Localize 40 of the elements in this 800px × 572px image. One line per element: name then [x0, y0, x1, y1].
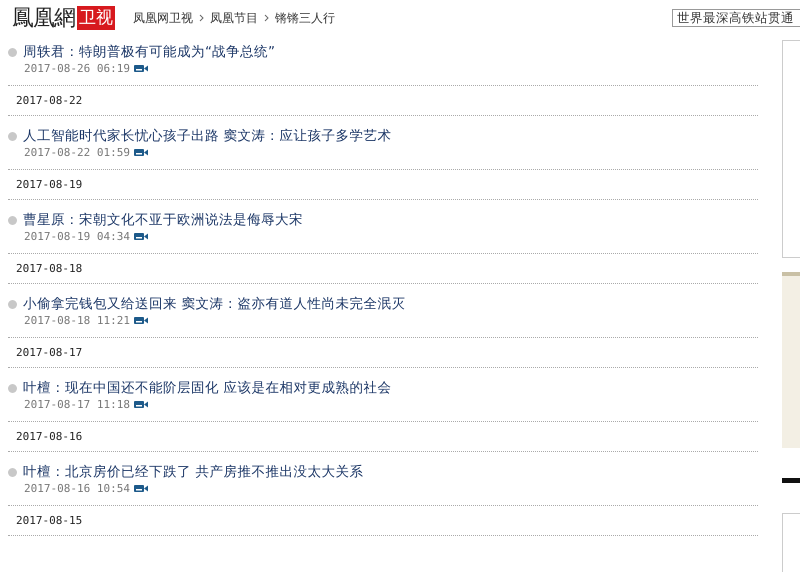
- bullet-icon: [8, 216, 17, 224]
- section-bar: [782, 478, 800, 483]
- site-logo[interactable]: 鳳凰網: [12, 3, 75, 33]
- bullet-icon: [8, 468, 17, 476]
- video-camera-icon: [134, 148, 148, 157]
- bullet-icon: [8, 132, 17, 140]
- bullet-icon: [8, 48, 17, 56]
- timestamp: 2017-08-19 04:34: [24, 230, 130, 243]
- video-camera-icon: [134, 484, 148, 493]
- article-link[interactable]: 小偷拿完钱包又给送回来 窦文涛：盗亦有道人性尚未完全泯灭: [23, 294, 406, 314]
- article-link[interactable]: 人工智能时代家长忧心孩子出路 窦文涛：应让孩子多学艺术: [23, 126, 392, 146]
- side-panel: [782, 513, 800, 572]
- date-header: 2017-08-16: [8, 422, 758, 452]
- date-header: 2017-08-22: [8, 86, 758, 116]
- article-link[interactable]: 周轶君：特朗普极有可能成为“战争总统”: [23, 42, 275, 62]
- date-header: 2017-08-19: [8, 170, 758, 200]
- timestamp: 2017-08-17 11:18: [24, 398, 130, 411]
- search-field[interactable]: 世界最深高铁站贯通: [672, 9, 800, 27]
- timestamp: 2017-08-22 01:59: [24, 146, 130, 159]
- date-header: 2017-08-17: [8, 338, 758, 368]
- breadcrumb-link[interactable]: 凤凰网卫视: [133, 10, 193, 26]
- chevron-icon: [199, 14, 204, 22]
- bullet-icon: [8, 300, 17, 308]
- video-camera-icon: [134, 316, 148, 325]
- logo-badge: 卫视: [77, 6, 115, 30]
- breadcrumb-link[interactable]: 锵锵三人行: [275, 10, 335, 26]
- article-link[interactable]: 叶檀：现在中国还不能阶层固化 应该是在相对更成熟的社会: [23, 378, 392, 398]
- bullet-icon: [8, 384, 17, 392]
- chevron-icon: [264, 14, 269, 22]
- breadcrumb-link[interactable]: 凤凰节目: [210, 10, 258, 26]
- video-camera-icon: [134, 64, 148, 73]
- timestamp: 2017-08-26 06:19: [24, 62, 130, 75]
- date-header: 2017-08-18: [8, 254, 758, 284]
- article-link[interactable]: 曹星原：宋朝文化不亚于欧洲说法是侮辱大宋: [23, 210, 303, 230]
- date-header: 2017-08-15: [8, 506, 758, 536]
- article-link[interactable]: 叶檀：北京房价已经下跌了 共产房推不推出没太大关系: [23, 462, 364, 482]
- video-camera-icon: [134, 232, 148, 241]
- timestamp: 2017-08-16 10:54: [24, 482, 130, 495]
- video-camera-icon: [134, 400, 148, 409]
- timestamp: 2017-08-18 11:21: [24, 314, 130, 327]
